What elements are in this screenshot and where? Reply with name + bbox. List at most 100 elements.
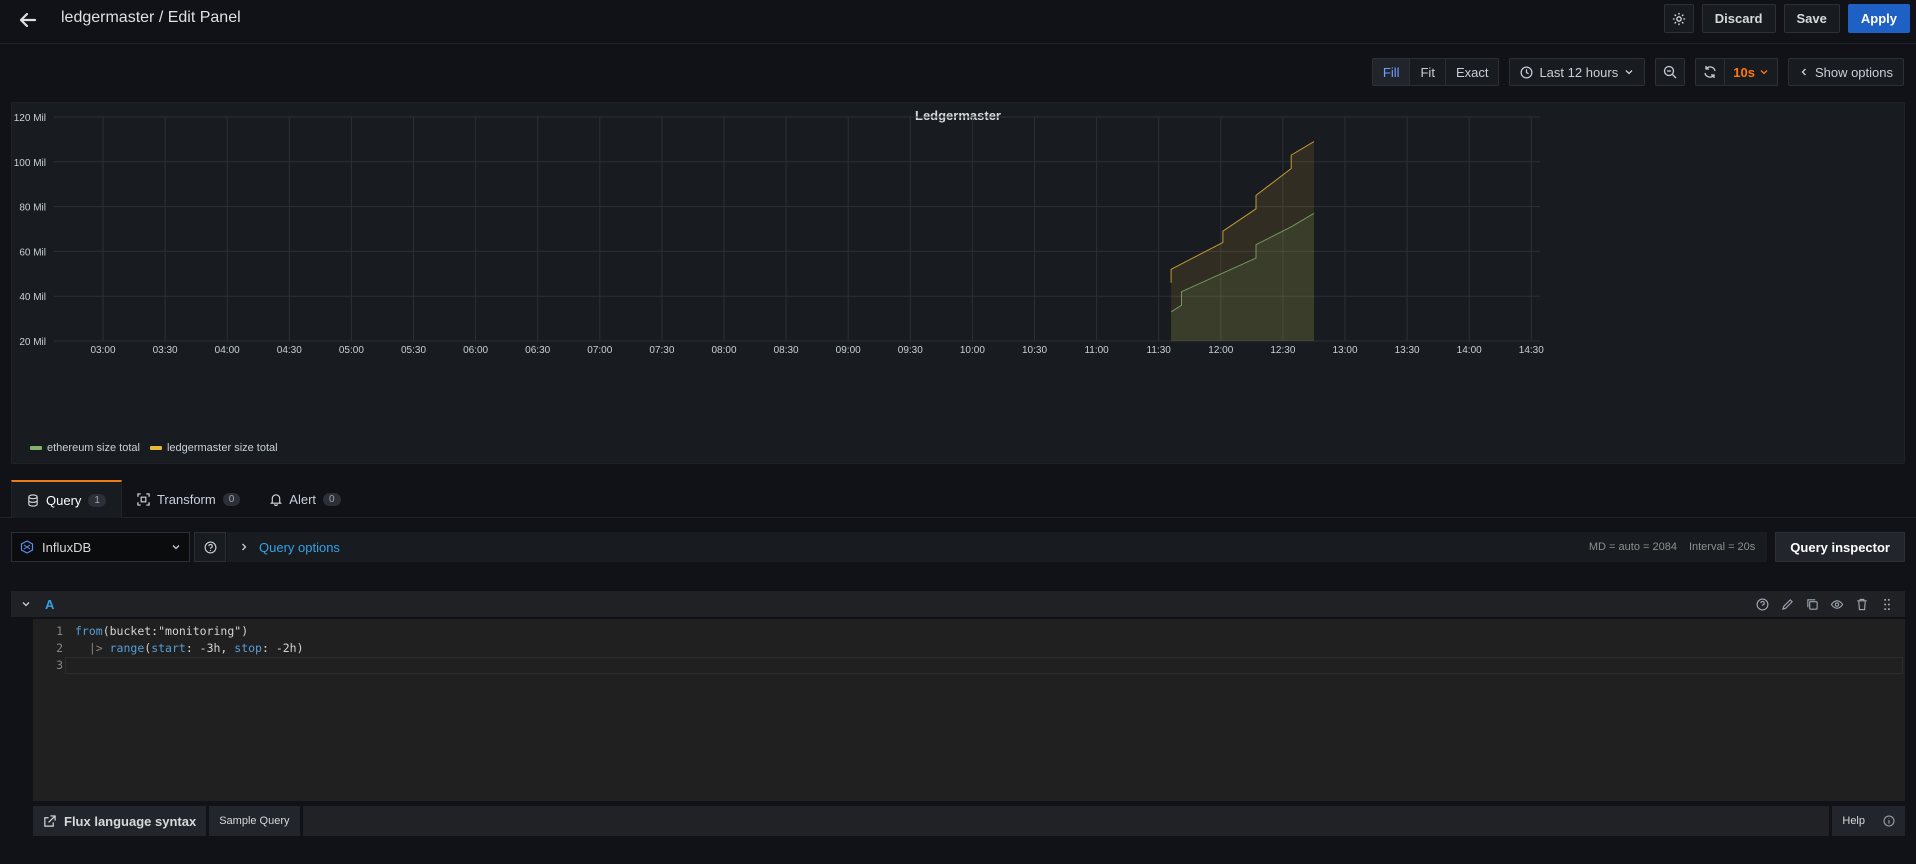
back-button[interactable]	[14, 6, 42, 34]
database-icon	[28, 493, 38, 507]
x-tick-label: 12:00	[1208, 345, 1233, 356]
copy-icon	[1806, 598, 1818, 610]
collapse-chevron-icon[interactable]	[21, 599, 31, 609]
line-numbers: 1 2 3	[33, 623, 63, 674]
x-tick-label: 08:30	[774, 345, 799, 356]
help-toggle[interactable]: Help	[1832, 806, 1905, 836]
x-tick-label: 07:30	[649, 345, 674, 356]
x-tick-label: 10:30	[1022, 345, 1047, 356]
show-options-button[interactable]: Show options	[1787, 58, 1904, 86]
query-options-toggle[interactable]: Query options MD = auto = 2084 Interval …	[227, 532, 1768, 562]
apply-button[interactable]: Apply	[1847, 4, 1910, 33]
query-ref-id[interactable]: A	[45, 597, 54, 612]
pen-icon	[1781, 598, 1793, 610]
duplicate-query-button[interactable]	[1804, 596, 1820, 612]
x-tick-label: 13:30	[1395, 345, 1420, 356]
x-tick-label: 10:00	[960, 345, 985, 356]
chevron-down-icon	[1760, 70, 1768, 75]
info-circle-icon	[1883, 815, 1895, 827]
x-tick-label: 05:30	[401, 345, 426, 356]
y-tick-label: 80 Mil	[19, 203, 46, 214]
legend-item-ethereum[interactable]: ethereum size total	[30, 442, 140, 454]
sample-query-button[interactable]: Sample Query	[209, 806, 300, 836]
toggle-query-visibility-button[interactable]	[1829, 596, 1845, 612]
zoom-out-icon	[1664, 65, 1677, 79]
x-tick-label: 13:00	[1332, 345, 1357, 356]
tab-alert[interactable]: Alert 0	[255, 480, 355, 518]
x-tick-label: 06:00	[463, 345, 488, 356]
time-range-picker[interactable]: Last 12 hours	[1509, 58, 1646, 86]
interval-info: Interval = 20s	[1688, 541, 1756, 553]
tab-query[interactable]: Query 1	[11, 480, 122, 518]
query-help-button[interactable]	[1754, 596, 1770, 612]
legend-label: ledgermaster size total	[166, 442, 278, 454]
line-number: 2	[56, 641, 63, 655]
discard-button[interactable]: Discard	[1701, 4, 1776, 33]
top-navbar: ledgermaster / Edit Panel Discard Save A…	[0, 0, 1916, 44]
datasource-help-button[interactable]	[194, 532, 226, 562]
query-options-label: Query options	[259, 539, 340, 555]
time-series-chart[interactable]: 20 Mil 40 Mil 60 Mil 80 Mil 100 Mil 120 Mil 03…	[12, 103, 1904, 443]
x-tick-label: 05:00	[339, 345, 364, 356]
x-tick-label: 09:30	[898, 345, 923, 356]
datasource-picker[interactable]: InfluxDB	[11, 532, 190, 562]
x-tick-label: 04:30	[277, 345, 302, 356]
question-circle-icon	[204, 541, 216, 553]
exact-option[interactable]: Exact	[1445, 59, 1499, 85]
zoom-out-button[interactable]	[1655, 58, 1686, 86]
current-line-highlight	[65, 657, 1903, 674]
flux-syntax-link[interactable]: Flux language syntax	[33, 806, 207, 836]
drag-dots-icon	[1884, 598, 1890, 610]
y-tick-label: 60 Mil	[19, 247, 46, 258]
code-content[interactable]: from(bucket:"monitoring") |> range(start…	[75, 623, 304, 674]
tab-alert-count: 0	[323, 492, 341, 506]
x-tick-label: 12:30	[1270, 345, 1295, 356]
fit-option[interactable]: Fit	[1410, 59, 1446, 85]
bell-icon	[270, 493, 283, 506]
query-inspector-button[interactable]: Query inspector	[1775, 532, 1905, 562]
footer-spacer	[302, 806, 1830, 836]
x-tick-label: 08:00	[711, 345, 736, 356]
x-tick-label: 03:30	[153, 345, 178, 356]
x-tick-label: 11:30	[1147, 345, 1172, 356]
datasource-name: InfluxDB	[42, 539, 92, 555]
refresh-interval-picker[interactable]: 10s	[1725, 58, 1778, 86]
x-tick-label: 11:00	[1084, 345, 1109, 356]
tab-transform[interactable]: Transform 0	[122, 480, 255, 518]
chevron-down-icon	[172, 545, 180, 550]
legend-item-ledgermaster[interactable]: ledgermaster size total	[149, 442, 278, 454]
refresh-interval-value: 10s	[1733, 64, 1755, 80]
delete-query-button[interactable]	[1854, 596, 1870, 612]
legend-label: ethereum size total	[47, 442, 140, 454]
show-options-label: Show options	[1814, 64, 1893, 80]
page-title: ledgermaster / Edit Panel	[61, 9, 241, 26]
code-line-1: from(bucket:"monitoring")	[75, 624, 249, 638]
x-tick-label: 04:00	[215, 345, 240, 356]
influxdb-icon	[20, 540, 34, 554]
gear-icon	[1672, 12, 1685, 25]
chevron-left-icon	[1801, 68, 1806, 76]
clock-icon	[1520, 66, 1533, 78]
fill-option[interactable]: Fill	[1372, 59, 1411, 85]
time-range-label: Last 12 hours	[1539, 64, 1619, 80]
panel-settings-button[interactable]	[1663, 4, 1694, 33]
trash-icon	[1857, 598, 1867, 610]
flux-code-editor[interactable]: 1 2 3 from(bucket:"monitoring") |> range…	[33, 619, 1905, 801]
tab-query-count: 1	[88, 493, 106, 507]
x-tick-label: 07:00	[587, 345, 612, 356]
code-line-2: |> range(start: -3h, stop: -2h)	[75, 641, 304, 655]
edit-query-button[interactable]	[1779, 596, 1795, 612]
save-button[interactable]: Save	[1783, 4, 1840, 33]
refresh-button[interactable]	[1695, 58, 1726, 86]
legend: ethereum size total ledgermaster size to…	[30, 442, 278, 454]
drag-handle[interactable]	[1879, 596, 1895, 612]
x-tick-label: 14:30	[1519, 345, 1544, 356]
panel-size-mode: Fill Fit Exact	[1371, 58, 1500, 86]
line-number: 1	[56, 624, 63, 638]
chevron-down-icon	[1625, 70, 1633, 75]
help-label: Help	[1842, 815, 1865, 827]
y-tick-label: 40 Mil	[19, 292, 46, 303]
x-tick-label: 06:30	[525, 345, 550, 356]
x-tick-label: 09:00	[836, 345, 861, 356]
